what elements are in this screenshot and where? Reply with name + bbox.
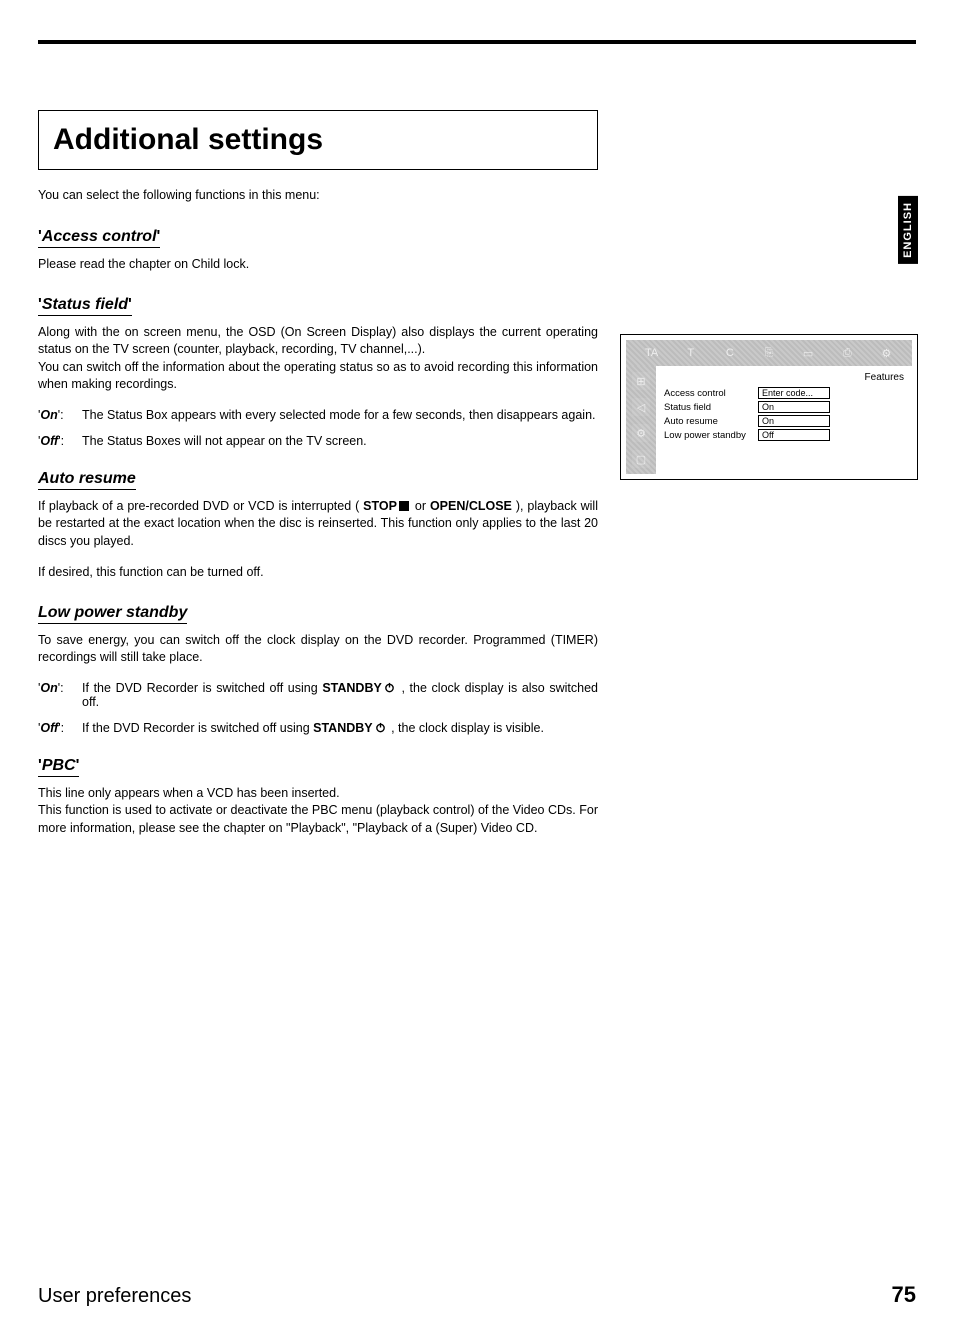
auto-p2: If desired, this function can be turned … xyxy=(38,564,598,582)
osd-row-value: Enter code... xyxy=(758,387,830,399)
section-pbc: 'PBC' This line only appears when a VCD … xyxy=(38,757,598,838)
osd-row-label: Low power standby xyxy=(664,430,758,441)
intro-text: You can select the following functions i… xyxy=(38,188,598,202)
page-title: Additional settings xyxy=(53,123,583,157)
osd-sidebar: ⊞ ◁ ⚙ ▢ xyxy=(626,366,656,474)
low-on-label: 'On': xyxy=(38,681,82,709)
pbc-p1: This line only appears when a VCD has be… xyxy=(38,785,598,803)
footer-title: User preferences xyxy=(38,1285,191,1308)
auto-p1: If playback of a pre-recorded DVD or VCD… xyxy=(38,498,598,551)
section-low-power: Low power standby To save energy, you ca… xyxy=(38,604,598,735)
osd-row-label: Status field xyxy=(664,402,758,413)
osd-row-value: On xyxy=(758,401,830,413)
status-on-row: 'On': The Status Box appears with every … xyxy=(38,408,598,422)
status-on-text: The Status Box appears with every select… xyxy=(82,408,598,422)
section-access-control: 'Access control' Please read the chapter… xyxy=(38,228,598,274)
osd-top-icon: ⚙ xyxy=(878,346,894,360)
low-off-label: 'Off': xyxy=(38,721,82,735)
heading-low-power: Low power standby xyxy=(38,604,187,624)
osd-row: Low power standby Off xyxy=(664,429,904,441)
heading-pbc: 'PBC' xyxy=(38,757,79,777)
osd-topbar: TA T C ⎘ ▭ ⎙ ⚙ xyxy=(626,340,912,366)
osd-screenshot: TA T C ⎘ ▭ ⎙ ⚙ ⊞ ◁ ⚙ ▢ Features Access c… xyxy=(620,334,918,480)
status-off-row: 'Off': The Status Boxes will not appear … xyxy=(38,434,598,448)
content-column: Additional settings You can select the f… xyxy=(38,64,598,837)
heading-auto-resume: Auto resume xyxy=(38,470,136,490)
low-on-row: 'On': If the DVD Recorder is switched of… xyxy=(38,681,598,709)
osd-content: Features Access control Enter code... St… xyxy=(656,366,912,474)
osd-side-icon: ⚙ xyxy=(632,424,650,442)
osd-top-icon: C xyxy=(722,346,738,360)
heading-access-control: 'Access control' xyxy=(38,228,160,248)
osd-row-label: Access control xyxy=(664,388,758,399)
osd-panel-title: Features xyxy=(664,372,904,383)
osd-side-icon: ▢ xyxy=(632,450,650,468)
osd-row-label: Auto resume xyxy=(664,416,758,427)
osd-row: Auto resume On xyxy=(664,415,904,427)
osd-row: Access control Enter code... xyxy=(664,387,904,399)
section-status-field: 'Status field' Along with the on screen … xyxy=(38,296,598,448)
title-box: Additional settings xyxy=(38,110,598,170)
osd-side-icon: ◁ xyxy=(632,398,650,416)
stop-icon xyxy=(399,501,409,511)
status-on-label: 'On': xyxy=(38,408,82,422)
osd-top-icon: ▭ xyxy=(800,346,816,360)
heading-status-field: 'Status field' xyxy=(38,296,132,316)
power-icon xyxy=(384,682,395,693)
osd-body: ⊞ ◁ ⚙ ▢ Features Access control Enter co… xyxy=(626,366,912,474)
low-p1: To save energy, you can switch off the c… xyxy=(38,632,598,667)
osd-top-icon: TA xyxy=(644,346,660,360)
osd-row-value: On xyxy=(758,415,830,427)
osd-top-icon: ⎙ xyxy=(839,346,855,360)
status-off-text: The Status Boxes will not appear on the … xyxy=(82,434,598,448)
osd-top-icon: ⎘ xyxy=(761,346,777,360)
footer-page-number: 75 xyxy=(892,1282,916,1308)
low-off-row: 'Off': If the DVD Recorder is switched o… xyxy=(38,721,598,735)
osd-row: Status field On xyxy=(664,401,904,413)
section-auto-resume: Auto resume If playback of a pre-recorde… xyxy=(38,470,598,582)
low-off-text: If the DVD Recorder is switched off usin… xyxy=(82,721,598,735)
top-divider xyxy=(38,40,916,44)
osd-row-value: Off xyxy=(758,429,830,441)
pbc-p2: This function is used to activate or dea… xyxy=(38,802,598,837)
power-icon xyxy=(375,722,386,733)
osd-panel: TA T C ⎘ ▭ ⎙ ⚙ ⊞ ◁ ⚙ ▢ Features Access c… xyxy=(626,340,912,474)
status-p1: Along with the on screen menu, the OSD (… xyxy=(38,324,598,359)
access-body: Please read the chapter on Child lock. xyxy=(38,256,598,274)
low-on-text: If the DVD Recorder is switched off usin… xyxy=(82,681,598,709)
status-off-label: 'Off': xyxy=(38,434,82,448)
page-footer: User preferences 75 xyxy=(38,1282,916,1308)
language-tab: ENGLISH xyxy=(898,196,918,264)
osd-top-icon: T xyxy=(683,346,699,360)
status-p2: You can switch off the information about… xyxy=(38,359,598,394)
osd-side-icon: ⊞ xyxy=(632,372,650,390)
